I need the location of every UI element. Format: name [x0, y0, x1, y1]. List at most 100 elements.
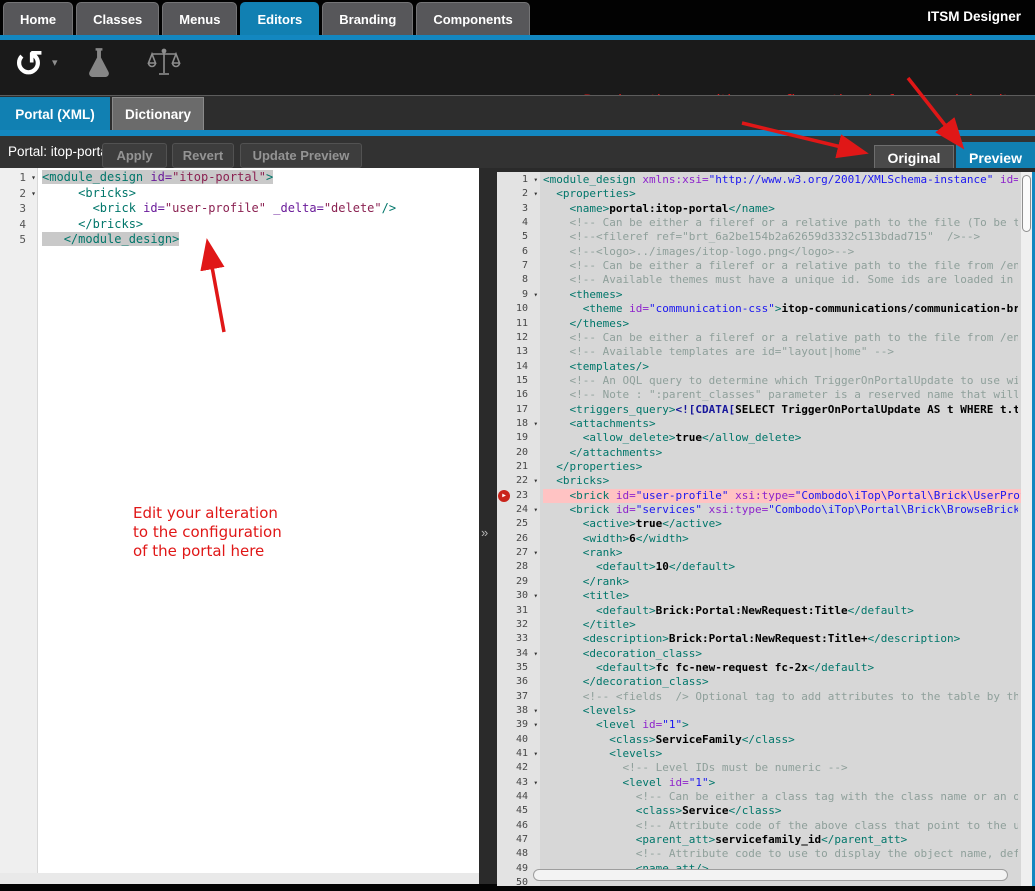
- right-code-line-33[interactable]: <description>Brick:Portal:NewRequest:Tit…: [543, 632, 1018, 646]
- fold-caret-icon[interactable]: ▾: [533, 474, 538, 488]
- alteration-xml-editor[interactable]: 1▾2▾345 <module_design id="itop-portal">…: [0, 168, 479, 884]
- right-code-line-20[interactable]: </attachments>: [543, 446, 1018, 460]
- nav-tab-menus[interactable]: Menus: [162, 2, 237, 35]
- right-gutter-line-41[interactable]: 41▾: [497, 747, 540, 761]
- right-code-line-6[interactable]: <!--<logo>../images/itop-logo.png</logo>…: [543, 245, 1018, 259]
- right-code-line-3[interactable]: <name>portal:itop-portal</name>: [543, 202, 1018, 216]
- right-code-line-37[interactable]: <!-- <fields /> Optional tag to add attr…: [543, 690, 1018, 704]
- update-preview-button[interactable]: Update Preview: [240, 143, 362, 168]
- fold-caret-icon[interactable]: ▾: [533, 546, 538, 560]
- nav-tab-branding[interactable]: Branding: [322, 2, 413, 35]
- fold-caret-icon[interactable]: ▾: [533, 747, 538, 761]
- right-code-line-25[interactable]: <active>true</active>: [543, 517, 1018, 531]
- right-gutter-line-2[interactable]: 2▾: [497, 187, 540, 201]
- right-code-line-46[interactable]: <!-- Attribute code of the above class t…: [543, 819, 1018, 833]
- right-code-line-45[interactable]: <class>Service</class>: [543, 804, 1018, 818]
- right-code-line-31[interactable]: <default>Brick:Portal:NewRequest:Title</…: [543, 604, 1018, 618]
- left-editor-hscrollbar[interactable]: [0, 873, 479, 884]
- left-code-line-2[interactable]: <bricks>: [42, 186, 479, 202]
- undo-button[interactable]: ↺: [8, 42, 50, 88]
- right-code-line-14[interactable]: <templates/>: [543, 360, 1018, 374]
- right-code-line-17[interactable]: <triggers_query><![CDATA[SELECT TriggerO…: [543, 403, 1018, 417]
- left-code-line-3[interactable]: <brick id="user-profile" _delta="delete"…: [42, 201, 479, 217]
- right-code-line-4[interactable]: <!-- Can be either a fileref or a relati…: [543, 216, 1018, 230]
- right-code-line-10[interactable]: <theme id="communication-css">itop-commu…: [543, 302, 1018, 316]
- right-code-line-9[interactable]: <themes>: [543, 288, 1018, 302]
- left-code-line-5[interactable]: </module_design>: [42, 232, 479, 248]
- right-code-line-36[interactable]: </decoration_class>: [543, 675, 1018, 689]
- right-code-line-38[interactable]: <levels>: [543, 704, 1018, 718]
- right-gutter-line-34[interactable]: 34▾: [497, 647, 540, 661]
- nav-tab-components[interactable]: Components: [416, 2, 529, 35]
- pane-splitter[interactable]: »: [479, 168, 497, 884]
- fold-caret-icon[interactable]: ▾: [533, 173, 538, 187]
- right-code-line-26[interactable]: <width>6</width>: [543, 532, 1018, 546]
- nav-tab-classes[interactable]: Classes: [76, 2, 159, 35]
- editor-tab-portal-xml-[interactable]: Portal (XML): [0, 97, 110, 130]
- apply-button[interactable]: Apply: [102, 143, 167, 168]
- fold-caret-icon[interactable]: ▾: [533, 704, 538, 718]
- right-gutter-line-39[interactable]: 39▾: [497, 718, 540, 732]
- right-code-line-23[interactable]: <brick id="user-profile" xsi:type="Combo…: [543, 489, 1021, 503]
- right-code-line-47[interactable]: <parent_att>servicefamily_id</parent_att…: [543, 833, 1018, 847]
- right-gutter-line-18[interactable]: 18▾: [497, 417, 540, 431]
- right-code-line-48[interactable]: <!-- Attribute code to use to display th…: [543, 847, 1018, 861]
- revert-button[interactable]: Revert: [172, 143, 234, 168]
- right-gutter-line-30[interactable]: 30▾: [497, 589, 540, 603]
- right-code-line-7[interactable]: <!-- Can be either a fileref or a relati…: [543, 259, 1018, 273]
- right-gutter-line-43[interactable]: 43▾: [497, 776, 540, 790]
- right-editor-hscroll-thumb[interactable]: [533, 869, 1008, 881]
- right-code-line-35[interactable]: <default>fc fc-new-request fc-2x</defaul…: [543, 661, 1018, 675]
- right-gutter-line-9[interactable]: 9▾: [497, 288, 540, 302]
- fold-caret-icon[interactable]: ▾: [533, 503, 538, 517]
- fold-caret-icon[interactable]: ▾: [533, 718, 538, 732]
- compare-scales-icon[interactable]: [146, 47, 180, 81]
- original-xml-viewer[interactable]: 1▾2▾3456789▾101112131415161718▾19202122▾…: [497, 172, 1035, 886]
- fold-caret-icon[interactable]: ▾: [533, 417, 538, 431]
- right-code-line-8[interactable]: <!-- Available themes must have a unique…: [543, 273, 1018, 287]
- right-gutter-line-24[interactable]: 24▾: [497, 503, 540, 517]
- fold-caret-icon[interactable]: ▾: [533, 187, 538, 201]
- undo-dropdown-caret-icon[interactable]: ▾: [52, 56, 58, 69]
- right-code-line-27[interactable]: <rank>: [543, 546, 1018, 560]
- original-button[interactable]: Original: [874, 145, 954, 170]
- right-code-line-39[interactable]: <level id="1">: [543, 718, 1018, 732]
- right-code-line-41[interactable]: <levels>: [543, 747, 1018, 761]
- right-code-line-34[interactable]: <decoration_class>: [543, 647, 1018, 661]
- right-code-line-1[interactable]: <module_design xmlns:xsi="http://www.w3.…: [543, 173, 1018, 187]
- right-code-line-2[interactable]: <properties>: [543, 187, 1018, 201]
- right-code-line-28[interactable]: <default>10</default>: [543, 560, 1018, 574]
- nav-tab-editors[interactable]: Editors: [240, 2, 319, 35]
- left-gutter-line-2[interactable]: 2▾: [0, 186, 37, 202]
- right-code-line-24[interactable]: <brick id="services" xsi:type="Combodo\i…: [543, 503, 1018, 517]
- right-gutter-line-27[interactable]: 27▾: [497, 546, 540, 560]
- right-code-line-22[interactable]: <bricks>: [543, 474, 1018, 488]
- right-code-line-12[interactable]: <!-- Can be either a fileref or a relati…: [543, 331, 1018, 345]
- right-code-line-32[interactable]: </title>: [543, 618, 1018, 632]
- right-code-line-15[interactable]: <!-- An OQL query to determine which Tri…: [543, 374, 1018, 388]
- right-code-line-44[interactable]: <!-- Can be either a class tag with the …: [543, 790, 1018, 804]
- right-code-line-43[interactable]: <level id="1">: [543, 776, 1018, 790]
- right-code-line-19[interactable]: <allow_delete>true</allow_delete>: [543, 431, 1018, 445]
- left-code-line-1[interactable]: <module_design id="itop-portal">: [42, 170, 479, 186]
- right-gutter-line-22[interactable]: 22▾: [497, 474, 540, 488]
- right-code-line-11[interactable]: </themes>: [543, 317, 1018, 331]
- fold-caret-icon[interactable]: ▾: [31, 186, 36, 202]
- nav-tab-home[interactable]: Home: [3, 2, 73, 35]
- fold-caret-icon[interactable]: ▾: [533, 288, 538, 302]
- fold-caret-icon[interactable]: ▾: [31, 170, 36, 186]
- splitter-handle-icon[interactable]: »: [481, 525, 488, 540]
- test-flask-icon[interactable]: [84, 47, 118, 81]
- right-gutter-line-38[interactable]: 38▾: [497, 704, 540, 718]
- right-editor-vscroll-track[interactable]: [1021, 172, 1032, 886]
- fold-caret-icon[interactable]: ▾: [533, 647, 538, 661]
- right-code-line-16[interactable]: <!-- Note : ":parent_classes" parameter …: [543, 388, 1018, 402]
- left-code-line-4[interactable]: </bricks>: [42, 217, 479, 233]
- right-code-line-5[interactable]: <!--<fileref ref="brt_6a2be154b2a62659d3…: [543, 230, 1018, 244]
- right-code-line-13[interactable]: <!-- Available templates are id="layout|…: [543, 345, 1018, 359]
- editor-tab-dictionary[interactable]: Dictionary: [112, 97, 204, 130]
- right-code-line-29[interactable]: </rank>: [543, 575, 1018, 589]
- left-gutter-line-1[interactable]: 1▾: [0, 170, 37, 186]
- right-code-line-42[interactable]: <!-- Level IDs must be numeric -->: [543, 761, 1018, 775]
- right-code-line-21[interactable]: </properties>: [543, 460, 1018, 474]
